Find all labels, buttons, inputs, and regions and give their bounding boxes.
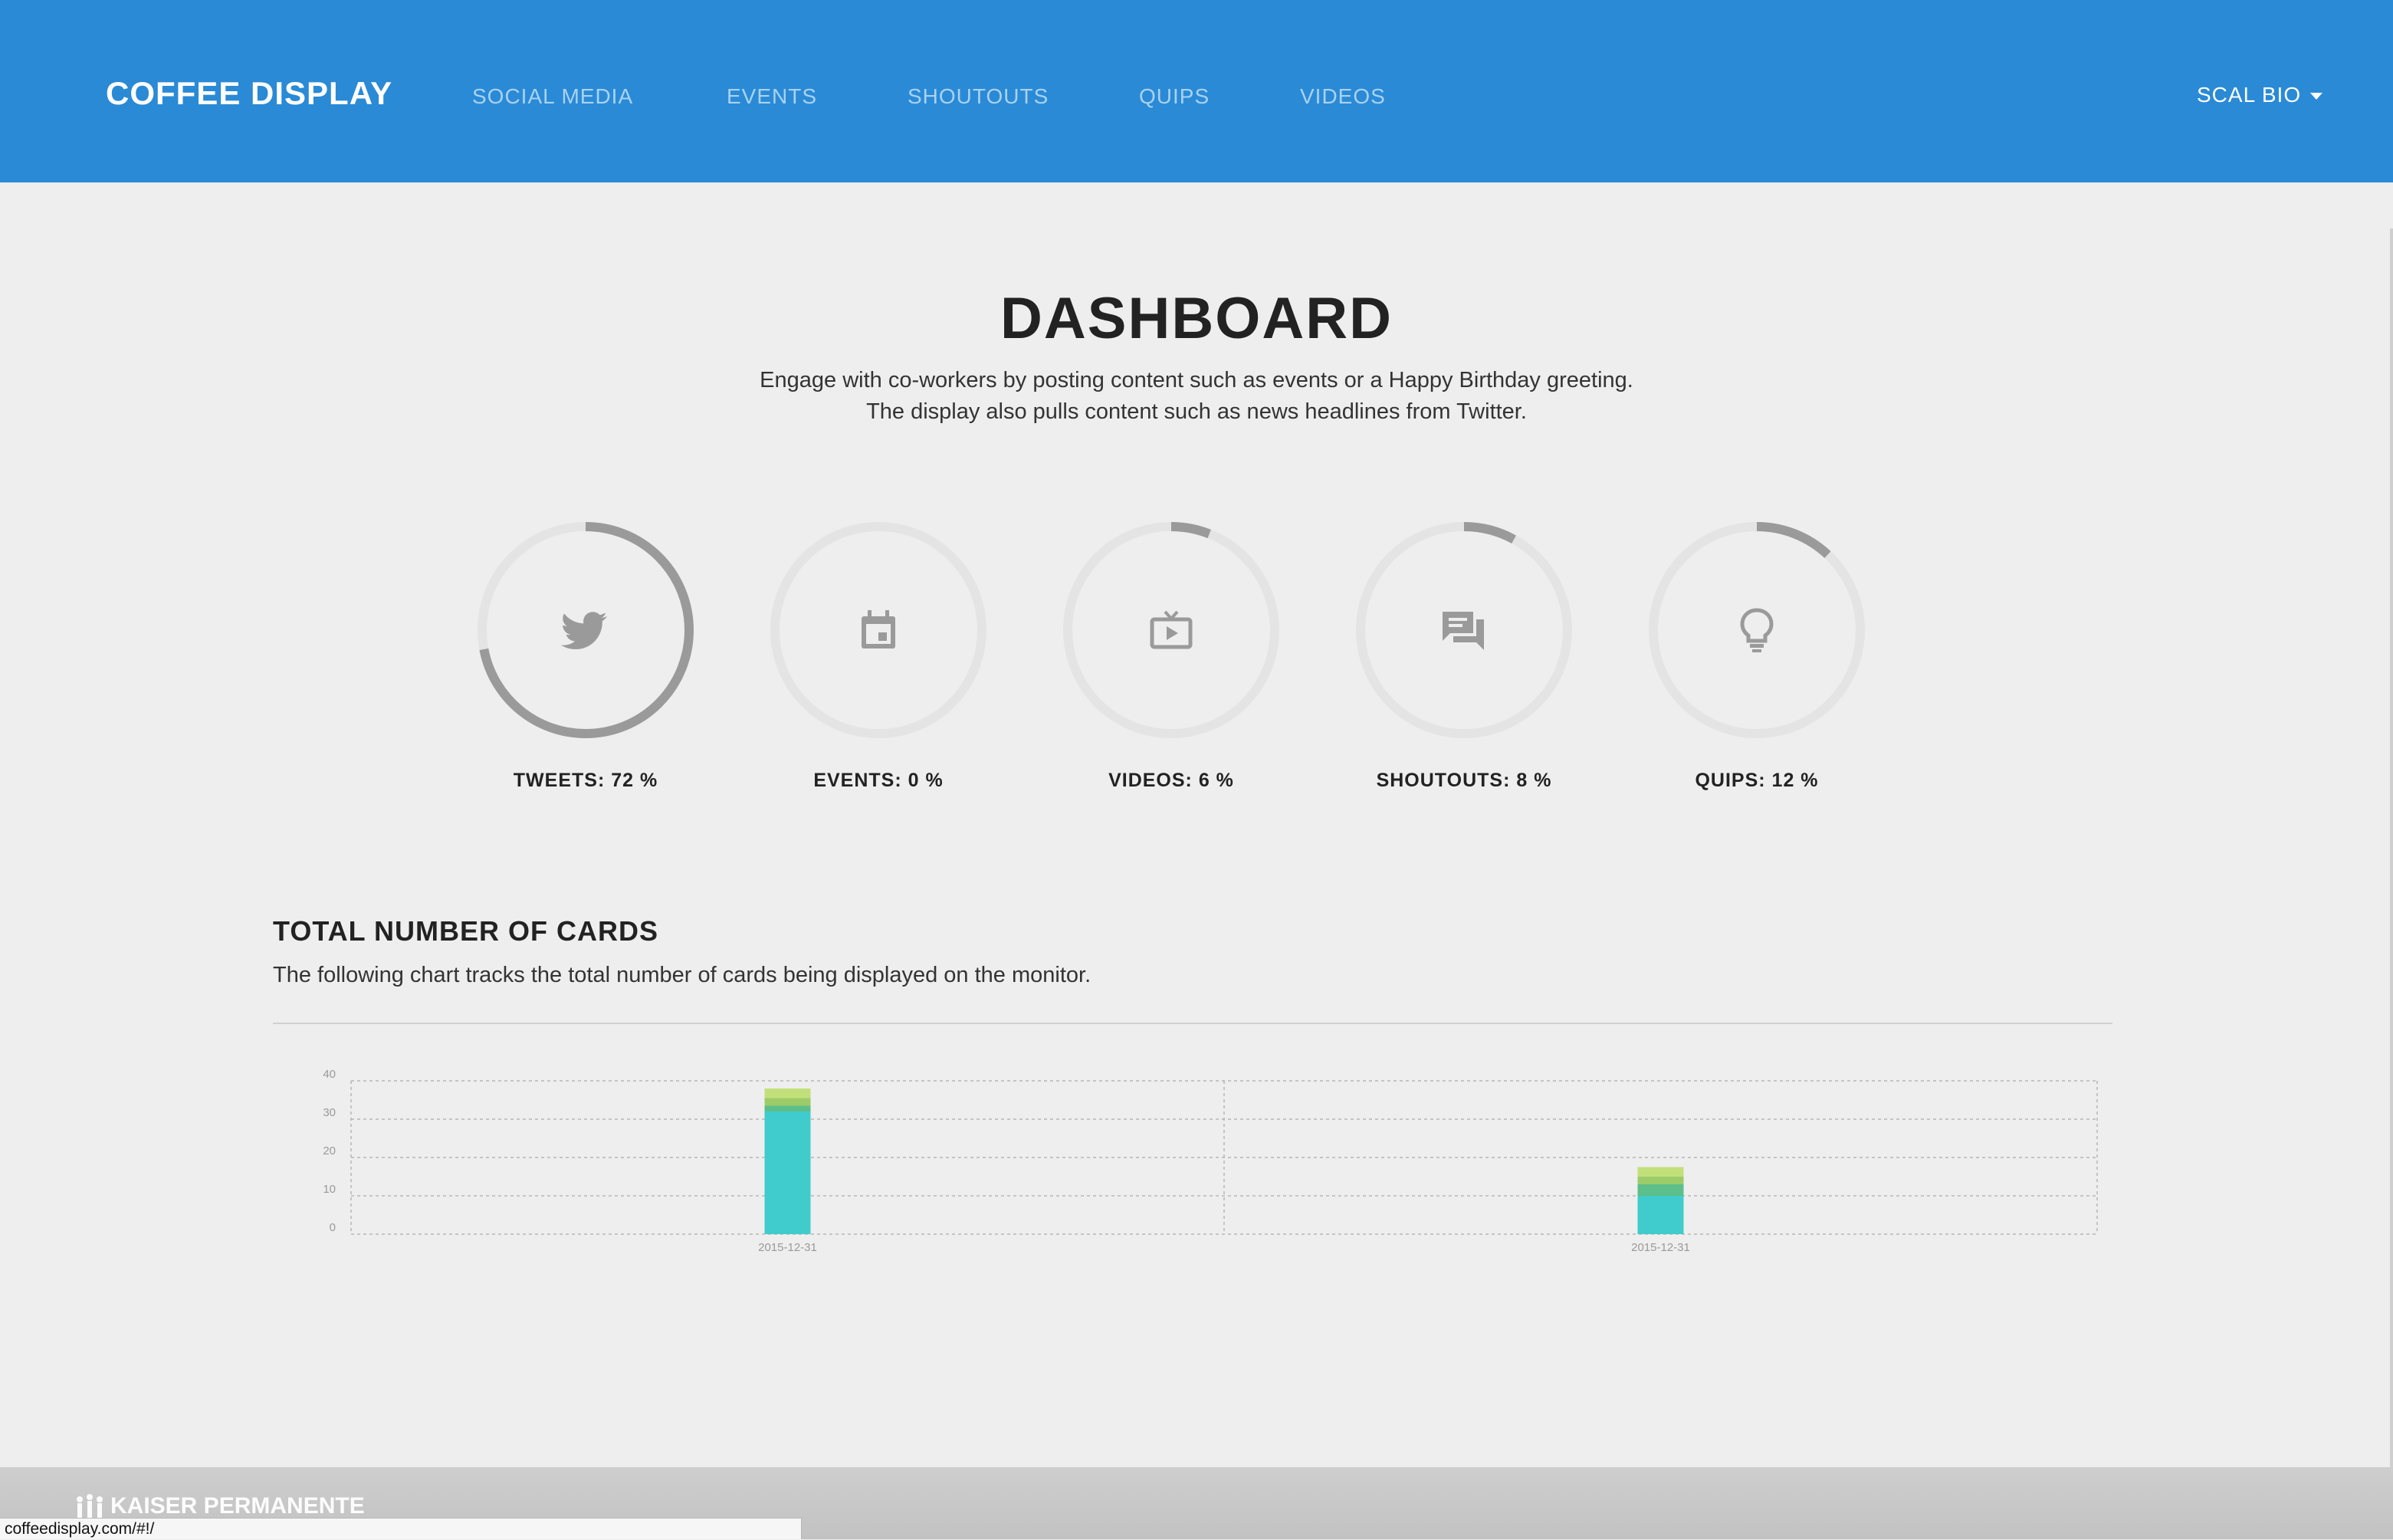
y-tick-label: 30 xyxy=(323,1106,336,1119)
nav-quips[interactable]: QUIPS xyxy=(1139,84,1210,109)
bar-segment xyxy=(764,1098,811,1106)
cards-description: The following chart tracks the total num… xyxy=(273,963,1091,987)
page-title: DASHBOARD xyxy=(1000,286,1393,351)
shoutouts-ring xyxy=(1356,522,1572,738)
bar-segment xyxy=(1637,1177,1684,1184)
nav-shoutouts[interactable]: SHOUTOUTS xyxy=(908,84,1049,109)
quips-ring xyxy=(1649,522,1865,738)
calendar-icon xyxy=(862,610,895,649)
twitter-icon xyxy=(560,612,607,649)
tv-icon xyxy=(1150,610,1193,649)
browser-status-url: coffeedisplay.com/#!/ xyxy=(0,1518,802,1539)
kaiser-logo-mark-icon xyxy=(77,1494,103,1519)
stat-label-events: EVENTS: 0 % xyxy=(813,770,944,791)
bar-segment xyxy=(764,1089,811,1098)
stat-label-shoutouts: SHOUTOUTS: 8 % xyxy=(1376,770,1552,791)
user-menu-label: SCAL BIO xyxy=(2197,83,2302,107)
cards-title: TOTAL NUMBER OF CARDS xyxy=(273,915,658,947)
y-tick-label: 0 xyxy=(330,1221,336,1234)
stat-label-tweets: TWEETS: 72 % xyxy=(513,770,658,791)
lightbulb-icon xyxy=(1740,608,1774,652)
chat-icon xyxy=(1443,612,1484,650)
brand-logo[interactable]: COFFEE DISPLAY xyxy=(106,75,392,112)
y-tick-label: 20 xyxy=(323,1144,336,1157)
bar-segment xyxy=(764,1111,811,1234)
y-tick-label: 10 xyxy=(323,1183,336,1196)
nav-social-media[interactable]: SOCIAL MEDIA xyxy=(472,84,633,109)
stat-label-videos: VIDEOS: 6 % xyxy=(1108,770,1234,791)
nav-videos[interactable]: VIDEOS xyxy=(1300,84,1386,109)
caret-down-icon xyxy=(2310,93,2323,100)
nav-events[interactable]: EVENTS xyxy=(727,84,817,109)
top-navbar: COFFEE DISPLAY SOCIAL MEDIA EVENTS SHOUT… xyxy=(0,0,2393,182)
bar-segment xyxy=(1637,1184,1684,1196)
events-ring xyxy=(770,522,986,738)
x-tick-label: 2015-12-31 xyxy=(1631,1241,1690,1254)
bar-segment xyxy=(1637,1167,1684,1177)
scrollbar-edge xyxy=(2390,228,2393,1470)
section-divider xyxy=(273,1023,2112,1024)
bar-segment xyxy=(1637,1196,1684,1234)
user-menu-dropdown[interactable]: SCAL BIO xyxy=(2197,83,2323,107)
y-tick-label: 40 xyxy=(323,1068,336,1081)
page-description: Engage with co-workers by posting conten… xyxy=(760,368,1633,424)
tweets-ring xyxy=(478,522,694,738)
bar-segment xyxy=(764,1105,811,1111)
kaiser-permanente-logo: KAISER PERMANENTE xyxy=(74,1493,365,1521)
footer-logo-text: KAISER PERMANENTE xyxy=(110,1493,365,1519)
videos-ring xyxy=(1063,522,1279,738)
x-tick-label: 2015-12-31 xyxy=(758,1241,817,1254)
stat-label-quips: QUIPS: 12 % xyxy=(1695,770,1819,791)
